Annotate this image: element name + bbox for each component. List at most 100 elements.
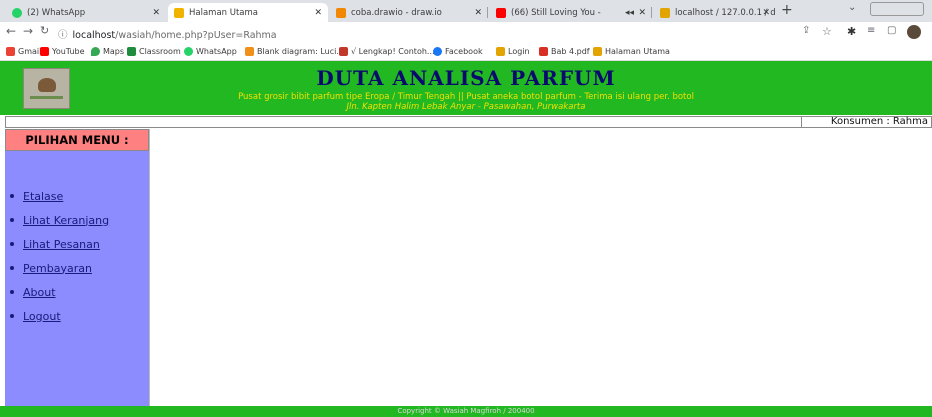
url-field[interactable]: ⓘ localhost/wasiah/home.php?pUser=Rahma bbox=[58, 27, 277, 41]
menu-item-pesanan: Lihat Pesanan bbox=[5, 232, 109, 256]
browser-tab-active[interactable]: Halaman Utama ✕ bbox=[168, 3, 328, 22]
user-bar: Konsumen : Rahma bbox=[5, 116, 932, 128]
bookmark-label: Login bbox=[508, 47, 530, 56]
audio-icon[interactable]: ◂◂ bbox=[625, 8, 634, 18]
close-icon[interactable]: ✕ bbox=[638, 8, 646, 18]
bookmark-label: Blank diagram: Luci... bbox=[257, 47, 344, 56]
facebook-icon bbox=[433, 47, 442, 56]
share-icon[interactable]: ⇪ bbox=[802, 25, 810, 36]
bullet-icon bbox=[10, 266, 14, 270]
bookmark-label: Bab 4.pdf bbox=[551, 47, 590, 56]
lucidchart-icon bbox=[245, 47, 254, 56]
bookmark-item[interactable]: Halaman Utama bbox=[593, 47, 670, 56]
new-tab-button[interactable]: + bbox=[781, 2, 793, 18]
browser-tab[interactable]: localhost / 127.0.0.1 / db_ ✕ bbox=[654, 3, 776, 22]
close-icon[interactable]: ✕ bbox=[762, 8, 770, 18]
back-icon[interactable]: ← bbox=[6, 24, 16, 38]
bookmark-item[interactable]: Gmail bbox=[6, 47, 41, 56]
bookmark-label: Halaman Utama bbox=[605, 47, 670, 56]
tab-label: coba.drawio - draw.io bbox=[351, 7, 442, 18]
phpmyadmin-icon bbox=[660, 7, 670, 18]
tab-separator bbox=[651, 7, 652, 18]
bookmark-label: Maps bbox=[103, 47, 125, 56]
bookmark-star-icon[interactable]: ☆ bbox=[822, 25, 832, 38]
browser-tab[interactable]: coba.drawio - draw.io ✕ bbox=[330, 3, 488, 22]
bookmark-item[interactable]: Classroom bbox=[127, 47, 181, 56]
bookmark-item[interactable]: YouTube bbox=[40, 47, 85, 56]
close-icon[interactable]: ✕ bbox=[474, 8, 482, 18]
url-host: localhost bbox=[72, 30, 116, 41]
tab-label: (66) Still Loving You - bbox=[511, 7, 607, 18]
menu-link-pesanan[interactable]: Lihat Pesanan bbox=[23, 238, 100, 251]
menu-item-logout: Logout bbox=[5, 304, 109, 328]
browser-tab[interactable]: (66) Still Loving You - ◂◂ ✕ bbox=[490, 3, 652, 22]
bookmark-item[interactable]: Blank diagram: Luci... bbox=[245, 47, 344, 56]
page-icon bbox=[496, 47, 505, 56]
site-tagline: Pusat grosir bibit parfum tipe Eropa / T… bbox=[238, 92, 694, 102]
menu-item-about: About bbox=[5, 280, 109, 304]
menu-link-pembayaran[interactable]: Pembayaran bbox=[23, 262, 92, 275]
youtube-icon bbox=[496, 7, 506, 18]
menu-link-logout[interactable]: Logout bbox=[23, 310, 61, 323]
tab-label: Halaman Utama bbox=[189, 7, 259, 18]
url-path: /wasiah/home.php?pUser=Rahma bbox=[115, 30, 277, 41]
tab-list-icon[interactable]: ⌄ bbox=[848, 2, 856, 13]
close-icon[interactable]: ✕ bbox=[314, 8, 322, 18]
page-icon bbox=[174, 7, 184, 18]
bullet-icon bbox=[10, 194, 14, 198]
drawio-icon bbox=[336, 7, 346, 18]
youtube-icon bbox=[40, 47, 49, 56]
bookmark-item[interactable]: Bab 4.pdf bbox=[539, 47, 590, 56]
pdf-icon bbox=[539, 47, 548, 56]
menu-title: PILIHAN MENU : bbox=[5, 129, 149, 151]
bookmark-item[interactable]: Maps bbox=[91, 47, 124, 56]
browser-tab[interactable]: (2) WhatsApp ✕ bbox=[6, 3, 166, 22]
bookmark-item[interactable]: √ Lengkap! Contoh... bbox=[339, 47, 435, 56]
bullet-icon bbox=[10, 314, 14, 318]
sidebar-menu: Etalase Lihat Keranjang Lihat Pesanan Pe… bbox=[5, 151, 149, 406]
info-icon[interactable]: ⓘ bbox=[58, 30, 68, 41]
forward-icon[interactable]: → bbox=[23, 24, 33, 38]
menu-link-keranjang[interactable]: Lihat Keranjang bbox=[23, 214, 109, 227]
bookmark-label: Classroom bbox=[139, 47, 181, 56]
site-title: DUTA ANALISA PARFUM bbox=[316, 66, 616, 90]
menu-link-about[interactable]: About bbox=[23, 286, 56, 299]
bullet-icon bbox=[10, 218, 14, 222]
avatar[interactable] bbox=[907, 25, 921, 39]
main-content-area bbox=[149, 129, 932, 406]
bookmark-item[interactable]: Facebook bbox=[433, 47, 483, 56]
bullet-icon bbox=[10, 290, 14, 294]
divider bbox=[801, 117, 802, 127]
whatsapp-icon bbox=[12, 7, 22, 18]
bookmark-label: Facebook bbox=[445, 47, 483, 56]
site-footer: Copyright © Wasiah Magfiroh / 200400 bbox=[0, 406, 932, 417]
reading-list-icon[interactable]: ≡ bbox=[867, 25, 875, 36]
bullet-icon bbox=[10, 242, 14, 246]
page-icon bbox=[593, 47, 602, 56]
gmail-icon bbox=[6, 47, 15, 56]
site-icon bbox=[339, 47, 348, 56]
bookmark-item[interactable]: WhatsApp bbox=[184, 47, 237, 56]
site-address: Jln. Kapten Halim Lebak Anyar - Pasawaha… bbox=[346, 102, 586, 112]
maps-icon bbox=[91, 47, 100, 56]
menu-link-etalase[interactable]: Etalase bbox=[23, 190, 63, 203]
bookmark-label: √ Lengkap! Contoh... bbox=[351, 47, 435, 56]
extensions-icon[interactable]: ✱ bbox=[847, 25, 856, 38]
side-panel-icon[interactable]: ▢ bbox=[887, 25, 896, 36]
tab-label: (2) WhatsApp bbox=[27, 7, 86, 18]
bookmark-label: YouTube bbox=[52, 47, 85, 56]
consumer-label: Konsumen : Rahma bbox=[830, 116, 928, 127]
menu-item-pembayaran: Pembayaran bbox=[5, 256, 109, 280]
close-icon[interactable]: ✕ bbox=[152, 8, 160, 18]
menu-item-etalase: Etalase bbox=[5, 184, 109, 208]
reload-icon[interactable]: ↻ bbox=[40, 24, 49, 37]
classroom-icon bbox=[127, 47, 136, 56]
tab-label: localhost / 127.0.0.1 / db_ bbox=[675, 7, 776, 18]
bookmark-label: Gmail bbox=[18, 47, 42, 56]
whatsapp-icon bbox=[184, 47, 193, 56]
menu-item-keranjang: Lihat Keranjang bbox=[5, 208, 109, 232]
tab-separator bbox=[487, 7, 488, 18]
bookmark-label: WhatsApp bbox=[196, 47, 237, 56]
window-controls[interactable] bbox=[870, 2, 924, 16]
bookmark-item[interactable]: Login bbox=[496, 47, 530, 56]
